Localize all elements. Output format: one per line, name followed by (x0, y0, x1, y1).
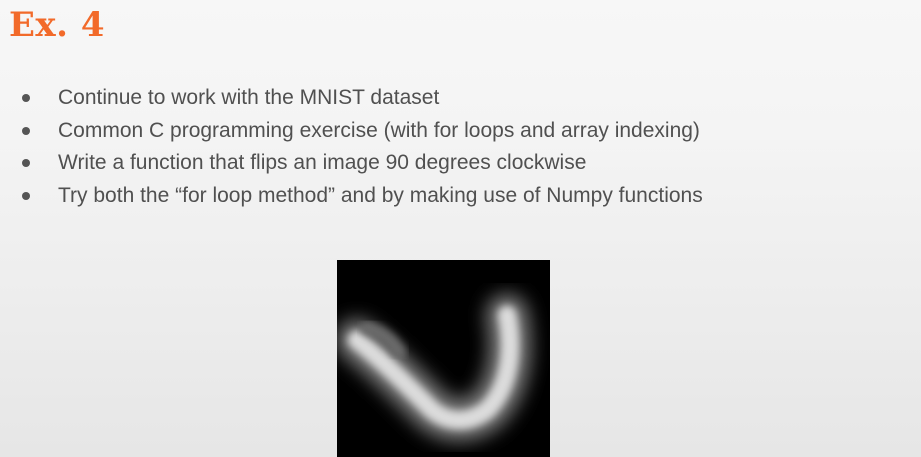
bullet-text: Try both the “for loop method” and by ma… (58, 183, 703, 207)
bullet-text: Write a function that flips an image 90 … (58, 151, 587, 174)
bullet-dot-icon (22, 126, 30, 135)
bullet-dot-icon (22, 94, 30, 102)
digit-stroke-graphic (337, 260, 550, 457)
bullet-dot-icon (22, 191, 30, 200)
bullet-text: Continue to work with the MNIST dataset (58, 86, 440, 109)
bullet-dot-icon (22, 159, 30, 167)
bullet-text: Common C programming exercise (with for … (58, 118, 700, 142)
mnist-digit-image (337, 260, 550, 457)
slide-title: Ex. 4 (9, 5, 106, 45)
